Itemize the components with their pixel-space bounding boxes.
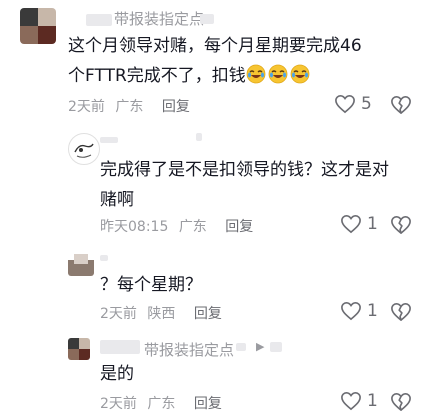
comment-text: ？每个星期？ (100, 275, 202, 295)
like-button[interactable]: 1 (340, 214, 378, 234)
comment-location: 广东 (178, 219, 207, 235)
reply-button[interactable]: 回复 (162, 99, 190, 115)
comment-meta: 昨天08:15 广东 回复 (100, 216, 259, 236)
comment-location: 陕西 (147, 306, 176, 322)
comment-time: 2天前 (100, 306, 137, 322)
laugh-cry-emoji-icon (290, 64, 310, 84)
comment-time: 昨天08:15 (100, 219, 169, 235)
sketch-avatar-icon (74, 143, 94, 158)
dislike-button[interactable] (390, 302, 412, 326)
username-blur (236, 343, 246, 351)
avatar[interactable] (68, 250, 94, 276)
broken-heart-icon (391, 216, 411, 234)
username-blur (86, 14, 112, 26)
comment-time: 2天前 (100, 396, 137, 412)
like-button[interactable]: 1 (340, 301, 378, 321)
avatar[interactable] (68, 133, 100, 165)
like-count: 1 (367, 391, 378, 411)
comment-meta: 2天前 陕西 回复 (100, 303, 228, 323)
username[interactable]: 带报装指定点 (144, 339, 234, 360)
like-count: 1 (367, 301, 378, 321)
broken-heart-icon (391, 96, 411, 114)
laugh-cry-emoji-icon (268, 64, 288, 84)
comment-text: 是的 (100, 364, 134, 384)
play-arrow-icon: ▶ (256, 340, 265, 353)
reply-comment-3: 带报装指定点 ▶ 是的 2天前 广东 回复 1 (0, 328, 432, 419)
dislike-button[interactable] (390, 95, 412, 119)
reply-button[interactable]: 回复 (194, 306, 222, 322)
comment-location: 广东 (115, 99, 144, 115)
heart-icon (341, 301, 361, 321)
comment-text: 这个月领导对赌，每个月星期要完成46个FTTR完成不了，扣钱 (68, 31, 368, 91)
username-blur (270, 342, 282, 352)
username-blur (200, 14, 214, 24)
username[interactable]: 带报装指定点 (114, 8, 204, 29)
dislike-button[interactable] (390, 392, 412, 416)
reply-comment-2: ？每个星期？ 2天前 陕西 回复 1 (0, 243, 432, 328)
comment-location: 广东 (147, 396, 176, 412)
like-count: 5 (361, 94, 372, 114)
avatar[interactable] (68, 338, 90, 360)
reply-button[interactable]: 回复 (225, 219, 253, 235)
like-button[interactable]: 1 (340, 391, 378, 411)
comment-text-content: 这个月领导对赌，每个月星期要完成46个FTTR完成不了，扣钱 (68, 36, 362, 86)
heart-icon (341, 214, 361, 234)
heart-icon (335, 94, 355, 114)
reply-button[interactable]: 回复 (194, 396, 222, 412)
like-count: 1 (367, 214, 378, 234)
username-blur (100, 340, 140, 354)
like-button[interactable]: 5 (334, 94, 372, 114)
comment-meta: 2天前 广东 回复 (68, 96, 196, 116)
comment-text: 完成得了是不是扣领导的钱？这才是对赌啊 (100, 160, 389, 210)
broken-heart-icon (391, 303, 411, 321)
laugh-cry-emoji-icon (246, 64, 266, 84)
username-blur (100, 255, 108, 261)
dislike-button[interactable] (390, 215, 412, 239)
reply-comment-1: 完成得了是不是扣领导的钱？这才是对赌啊 昨天08:15 广东 回复 1 (0, 125, 432, 243)
username-blur (100, 137, 118, 143)
comment-1: 带报装指定点 这个月领导对赌，每个月星期要完成46个FTTR完成不了，扣钱 2天… (0, 0, 432, 125)
broken-heart-icon (391, 393, 411, 411)
username-blur (196, 133, 202, 141)
heart-icon (341, 391, 361, 411)
comment-time: 2天前 (68, 99, 105, 115)
avatar[interactable] (20, 8, 56, 44)
comment-meta: 2天前 广东 回复 (100, 393, 228, 413)
